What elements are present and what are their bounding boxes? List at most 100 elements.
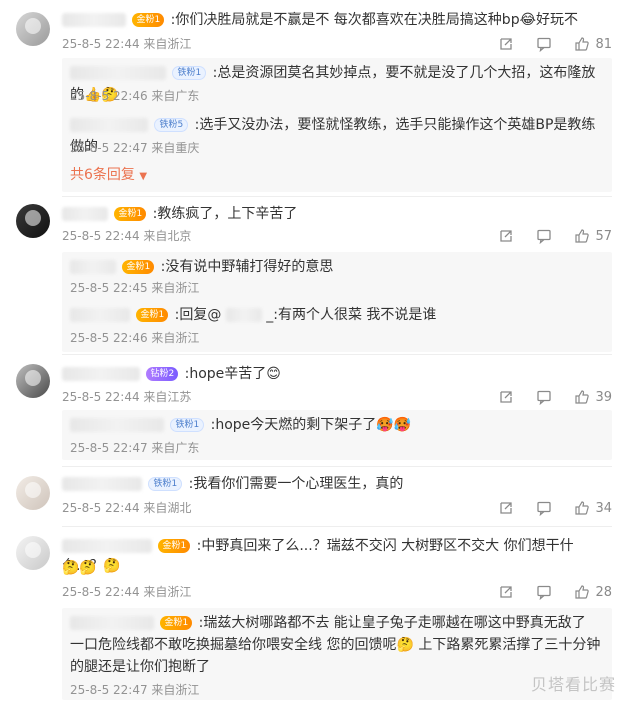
comment-actions: 28 xyxy=(498,584,612,600)
divider xyxy=(62,354,612,355)
fan-badge: 铁粉1 xyxy=(170,418,205,432)
like-icon xyxy=(574,228,590,244)
mention-blurred[interactable] xyxy=(225,308,262,322)
like-count: 39 xyxy=(595,389,612,405)
comment-icon xyxy=(536,389,552,405)
reply-meta: 25-8-5 22:47 来自重庆 xyxy=(70,141,200,155)
fan-badge: 金粉1 xyxy=(132,13,165,27)
reply-meta: 25-8-5 22:47 来自浙江 xyxy=(70,683,200,697)
divider xyxy=(62,526,612,527)
comment-text-line: 铁粉1 :我看你们需要一个心理医生，真的 xyxy=(62,474,612,494)
comment-icon xyxy=(536,36,552,52)
username-blurred[interactable] xyxy=(62,207,108,221)
reply-line: 铁粉1 :hope今天燃的剩下架子了🥵🥵 xyxy=(70,414,604,436)
like-count: 57 xyxy=(595,228,612,244)
fan-badge: 铁粉1 xyxy=(148,477,183,491)
username-blurred[interactable] xyxy=(70,308,130,322)
fan-badge: 铁粉1 xyxy=(172,66,207,80)
divider xyxy=(62,466,612,467)
replies-box: 铁粉1 :总是资源团莫名其妙掉点，要不就是没了几个大招，这布隆放的👍🤔 25-8… xyxy=(62,58,612,192)
like-icon xyxy=(574,500,590,516)
fan-badge: 金粉1 xyxy=(122,260,155,274)
fan-badge: 金粉1 xyxy=(160,616,193,630)
replies-box: 金粉1 :没有说中野辅打得好的意思 25-8-5 22:45 来自浙江 金粉1 … xyxy=(62,252,612,352)
username-blurred[interactable] xyxy=(62,13,126,27)
username-blurred[interactable] xyxy=(62,477,142,491)
comment-meta: 25-8-5 22:44 来自浙江 xyxy=(62,585,192,599)
share-icon xyxy=(498,389,514,405)
avatar[interactable] xyxy=(16,12,50,46)
username-blurred[interactable] xyxy=(70,616,154,630)
more-replies-label: 共6条回复 xyxy=(70,167,135,183)
watermark: 贝塔看比赛 xyxy=(530,675,616,694)
share-icon xyxy=(498,36,514,52)
reply-text: :hope今天燃的剩下架子了🥵🥵 xyxy=(210,417,412,433)
more-replies-link[interactable]: 共6条回复 ▼ xyxy=(70,166,147,186)
comment-actions: 57 xyxy=(498,228,612,244)
comment-button[interactable] xyxy=(536,584,552,600)
like-button[interactable]: 28 xyxy=(574,584,612,600)
comment-button[interactable] xyxy=(536,36,552,52)
like-icon xyxy=(574,584,590,600)
share-button[interactable] xyxy=(498,228,514,244)
like-button[interactable]: 34 xyxy=(574,500,612,516)
comment-meta: 25-8-5 22:44 来自江苏 xyxy=(62,390,192,404)
reply-text: :没有说中野辅打得好的意思 xyxy=(160,259,334,275)
avatar[interactable] xyxy=(16,204,50,238)
replies-box: 金粉1 :瑞兹大树哪路都不去 能让皇子兔子走哪越在哪这中野真无敌了 一口危险线都… xyxy=(62,608,612,700)
comment-button[interactable] xyxy=(536,228,552,244)
share-icon xyxy=(498,228,514,244)
share-button[interactable] xyxy=(498,36,514,52)
username-blurred[interactable] xyxy=(70,118,148,132)
comment-text-line: 金粉1 :教练疯了，上下辛苦了 xyxy=(62,204,612,224)
comment-button[interactable] xyxy=(536,500,552,516)
avatar[interactable] xyxy=(16,476,50,510)
username-blurred[interactable] xyxy=(62,539,152,553)
comment-button[interactable] xyxy=(536,389,552,405)
fan-badge: 钻粉2 xyxy=(146,367,179,381)
avatar[interactable] xyxy=(16,536,50,570)
comment-actions: 34 xyxy=(498,500,612,516)
fan-badge: 金粉1 xyxy=(158,539,191,553)
comment-meta: 25-8-5 22:44 来自浙江 xyxy=(62,37,192,51)
reply-text-tail: _:有两个人很菜 我不说是谁 xyxy=(266,307,437,323)
like-icon xyxy=(574,36,590,52)
comment-icon xyxy=(536,500,552,516)
like-count: 81 xyxy=(595,36,612,52)
share-icon xyxy=(498,500,514,516)
username-blurred[interactable] xyxy=(70,418,164,432)
reply-meta: 25-8-5 22:46 来自浙江 xyxy=(70,331,200,345)
like-button[interactable]: 81 xyxy=(574,36,612,52)
share-button[interactable] xyxy=(498,500,514,516)
comment-meta: 25-8-5 22:44 来自湖北 xyxy=(62,501,192,515)
like-count: 28 xyxy=(595,584,612,600)
like-icon xyxy=(574,389,590,405)
comment-icon xyxy=(536,584,552,600)
like-button[interactable]: 57 xyxy=(574,228,612,244)
comment-emoji-line: 🤔🤔 xyxy=(62,560,97,576)
share-button[interactable] xyxy=(498,389,514,405)
reply-meta: 25-8-5 22:47 来自广东 xyxy=(70,441,200,455)
share-icon xyxy=(498,584,514,600)
fan-badge: 铁粉5 xyxy=(154,118,189,132)
comment-text: :教练疯了，上下辛苦了 xyxy=(152,206,298,222)
comment-icon xyxy=(536,228,552,244)
caret-down-icon: ▼ xyxy=(139,171,148,182)
divider xyxy=(62,196,612,197)
comment-meta: 25-8-5 22:44 来自北京 xyxy=(62,229,192,243)
fan-badge: 金粉1 xyxy=(136,308,169,322)
username-blurred[interactable] xyxy=(70,66,166,80)
reply-meta: 25-8-5 22:45 来自浙江 xyxy=(70,281,200,295)
fan-badge: 金粉1 xyxy=(114,207,147,221)
avatar[interactable] xyxy=(16,364,50,398)
username-blurred[interactable] xyxy=(70,260,116,274)
like-button[interactable]: 39 xyxy=(574,389,612,405)
reply-meta: 25-8-5 22:46 来自广东 xyxy=(70,89,200,103)
comment-text: :你们决胜局就是不赢是不 每次都喜欢在决胜局搞这种bp😂好玩不 xyxy=(170,12,578,28)
comment-actions: 81 xyxy=(498,36,612,52)
username-blurred[interactable] xyxy=(62,367,140,381)
comment-text-line: 金粉1 :你们决胜局就是不赢是不 每次都喜欢在决胜局搞这种bp😂好玩不 xyxy=(62,10,612,30)
share-button[interactable] xyxy=(498,584,514,600)
comment-actions: 39 xyxy=(498,389,612,405)
comment-text-line-2: 🤔🤔 xyxy=(62,558,612,578)
